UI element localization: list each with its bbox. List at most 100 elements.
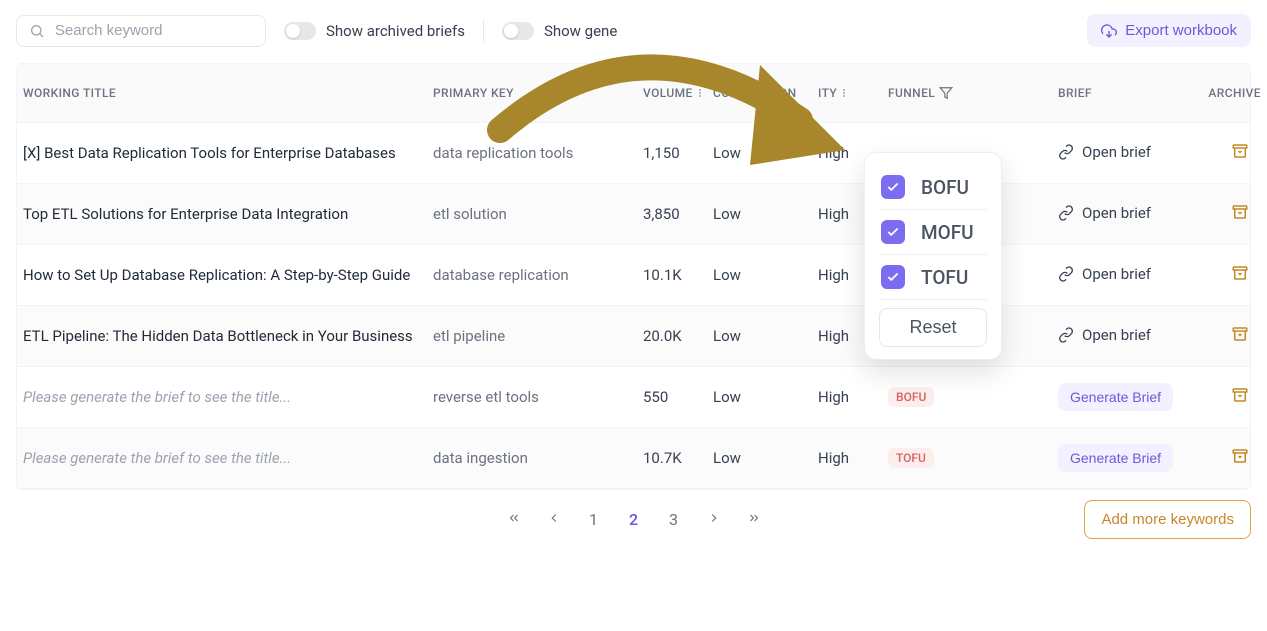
open-brief-link[interactable]: Open brief xyxy=(1058,204,1151,222)
cell-volume: 3,850 xyxy=(637,195,707,233)
cell-primary-keyword: etl solution xyxy=(427,195,637,233)
archive-button[interactable] xyxy=(1231,451,1249,469)
table-row: Top ETL Solutions for Enterprise Data In… xyxy=(17,184,1250,245)
open-brief-link[interactable]: Open brief xyxy=(1058,143,1151,161)
funnel-option-label: TOFU xyxy=(921,266,968,289)
cell-primary-keyword: database replication xyxy=(427,256,637,294)
pagination-first[interactable] xyxy=(504,510,524,529)
toggle-generated-switch[interactable] xyxy=(502,22,534,40)
pagination-page-2[interactable]: 2 xyxy=(624,510,644,529)
toggle-archived-label: Show archived briefs xyxy=(326,22,465,40)
sort-icon xyxy=(843,89,845,97)
open-brief-label: Open brief xyxy=(1082,265,1151,283)
cell-archive xyxy=(1212,376,1267,418)
funnel-option-bofu[interactable]: BOFU xyxy=(879,165,987,210)
archive-button[interactable] xyxy=(1231,390,1249,408)
funnel-filter-popover: BOFU MOFU TOFU Reset xyxy=(864,152,1002,360)
pagination-prev[interactable] xyxy=(544,510,564,529)
check-icon xyxy=(886,180,900,194)
funnel-option-mofu[interactable]: MOFU xyxy=(879,210,987,255)
cell-competition: Low xyxy=(707,439,812,477)
table-row: Please generate the brief to see the tit… xyxy=(17,428,1250,489)
cell-working-title: Please generate the brief to see the tit… xyxy=(17,439,427,477)
funnel-reset-button[interactable]: Reset xyxy=(879,308,987,347)
toggle-generated-label: Show gene xyxy=(544,22,617,40)
archive-button[interactable] xyxy=(1231,268,1249,286)
col-competition[interactable]: COMPETITION xyxy=(707,86,812,100)
open-brief-label: Open brief xyxy=(1082,326,1151,344)
col-funnel[interactable]: FUNNEL xyxy=(882,86,1052,100)
pagination-next[interactable] xyxy=(704,510,724,529)
cloud-download-icon xyxy=(1101,23,1117,39)
funnel-option-tofu[interactable]: TOFU xyxy=(879,255,987,300)
cell-brief: Generate Brief xyxy=(1052,434,1212,482)
table-row: ETL Pipeline: The Hidden Data Bottleneck… xyxy=(17,306,1250,367)
add-keywords-button[interactable]: Add more keywords xyxy=(1084,500,1251,539)
checkbox-bofu[interactable] xyxy=(881,175,905,199)
archive-icon xyxy=(1231,203,1249,221)
archive-button[interactable] xyxy=(1231,329,1249,347)
cell-brief: Open brief xyxy=(1052,133,1212,174)
cell-archive xyxy=(1212,315,1267,357)
cell-working-title: Please generate the brief to see the tit… xyxy=(17,378,427,416)
cell-primary-keyword: data replication tools xyxy=(427,134,637,172)
search-input-wrap[interactable] xyxy=(16,15,266,47)
archive-icon xyxy=(1231,386,1249,404)
generate-brief-button[interactable]: Generate Brief xyxy=(1058,444,1173,472)
table-body: [X] Best Data Replication Tools for Ente… xyxy=(17,123,1250,489)
pagination-page-1[interactable]: 1 xyxy=(584,510,604,529)
toggle-generated: Show gene xyxy=(502,22,617,40)
open-brief-link[interactable]: Open brief xyxy=(1058,326,1151,344)
export-workbook-label: Export workbook xyxy=(1125,22,1237,39)
search-input[interactable] xyxy=(55,22,253,39)
table-row: [X] Best Data Replication Tools for Ente… xyxy=(17,123,1250,184)
archive-icon xyxy=(1231,325,1249,343)
open-brief-link[interactable]: Open brief xyxy=(1058,265,1151,283)
archive-icon xyxy=(1231,142,1249,160)
archive-icon xyxy=(1231,447,1249,465)
chevron-right-icon xyxy=(707,511,721,525)
topbar: Show archived briefs Show gene Export wo… xyxy=(0,0,1267,53)
cell-volume: 10.1K xyxy=(637,256,707,294)
cell-competition: Low xyxy=(707,256,812,294)
cell-brief: Open brief xyxy=(1052,255,1212,296)
cell-volume: 1,150 xyxy=(637,134,707,172)
pagination: 1 2 3 xyxy=(504,510,764,529)
archive-button[interactable] xyxy=(1231,146,1249,164)
col-working-title[interactable]: WORKING TITLE xyxy=(17,86,427,100)
checkbox-tofu[interactable] xyxy=(881,265,905,289)
search-icon xyxy=(29,22,45,40)
pagination-page-3[interactable]: 3 xyxy=(664,510,684,529)
funnel-badge: TOFU xyxy=(888,448,934,468)
generate-brief-button[interactable]: Generate Brief xyxy=(1058,383,1173,411)
cell-primary-keyword: reverse etl tools xyxy=(427,378,637,416)
open-brief-label: Open brief xyxy=(1082,204,1151,222)
toggle-archived-switch[interactable] xyxy=(284,22,316,40)
cell-volume: 20.0K xyxy=(637,317,707,355)
col-priority[interactable]: ITY xyxy=(812,86,882,100)
cell-working-title: [X] Best Data Replication Tools for Ente… xyxy=(17,134,427,172)
cell-working-title: How to Set Up Database Replication: A St… xyxy=(17,256,427,294)
table-row: How to Set Up Database Replication: A St… xyxy=(17,245,1250,306)
pagination-last[interactable] xyxy=(744,510,764,529)
col-volume[interactable]: VOLUME xyxy=(637,86,707,100)
link-icon xyxy=(1058,205,1074,221)
funnel-option-label: BOFU xyxy=(921,176,969,199)
col-archive: ARCHIVE xyxy=(1212,86,1267,100)
toggle-archived: Show archived briefs xyxy=(284,22,465,40)
link-icon xyxy=(1058,327,1074,343)
link-icon xyxy=(1058,266,1074,282)
col-funnel-label: FUNNEL xyxy=(888,86,935,100)
table-footer: 1 2 3 Add more keywords xyxy=(0,510,1267,529)
filter-icon xyxy=(939,86,953,100)
checkbox-mofu[interactable] xyxy=(881,220,905,244)
archive-button[interactable] xyxy=(1231,207,1249,225)
vertical-divider xyxy=(483,20,484,42)
cell-competition: Low xyxy=(707,378,812,416)
cell-volume: 550 xyxy=(637,378,707,416)
export-workbook-button[interactable]: Export workbook xyxy=(1087,14,1251,47)
col-brief: BRIEF xyxy=(1052,86,1212,100)
col-primary-keyword[interactable]: PRIMARY KEY xyxy=(427,86,637,100)
open-brief-label: Open brief xyxy=(1082,143,1151,161)
cell-archive xyxy=(1212,437,1267,479)
